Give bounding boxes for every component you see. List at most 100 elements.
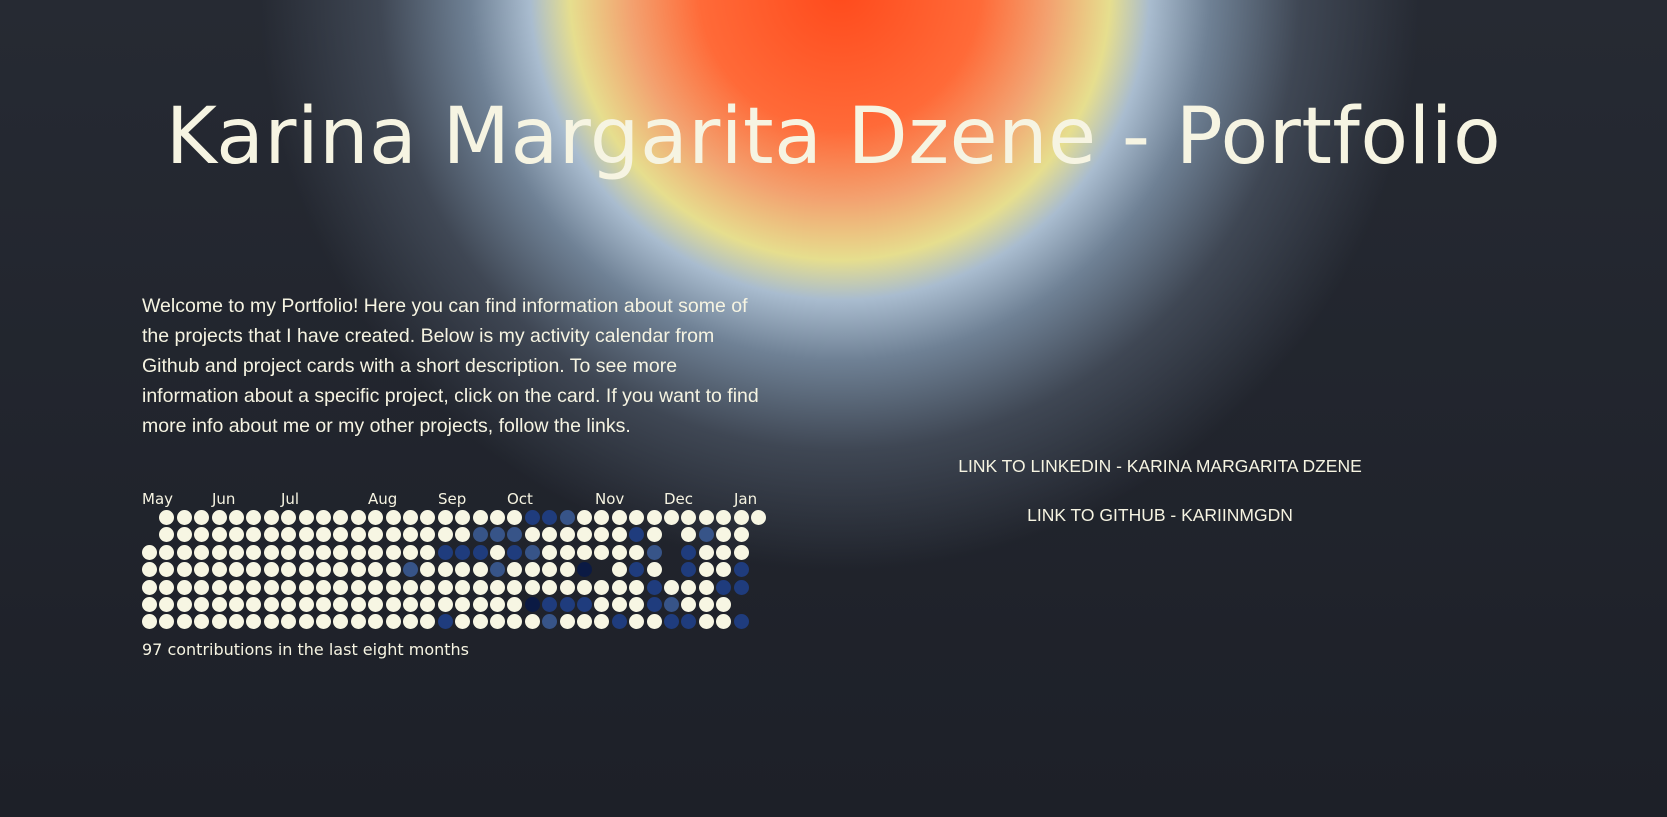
github-link[interactable]: LINK TO GITHUB - KARIINMGDN [860, 504, 1460, 526]
month-label: Dec [664, 490, 694, 508]
contribution-day [698, 579, 714, 595]
contribution-day [542, 510, 558, 525]
contribution-day [472, 597, 488, 612]
contribution-day [507, 544, 523, 560]
contribution-day [664, 614, 679, 630]
contribution-day [542, 579, 558, 595]
contribution-day [350, 544, 366, 560]
contribution-day [437, 579, 453, 595]
contribution-day [263, 544, 279, 560]
contribution-day [176, 579, 192, 595]
contribution-day [524, 579, 540, 595]
contribution-day [577, 562, 592, 578]
contribution-day [333, 614, 349, 630]
contribution-caption: 97 contributions in the last eight month… [142, 640, 470, 659]
contribution-day [211, 510, 227, 525]
contribution-day [629, 510, 645, 525]
contribution-day [298, 579, 314, 595]
contribution-day [507, 614, 523, 630]
contribution-day [629, 562, 645, 578]
contribution-day [437, 544, 453, 560]
contribution-day [733, 544, 749, 560]
contribution-day [611, 579, 627, 595]
calendar-month-row: May Jun Jul Aug Sep Oct Nov Dec Jan [142, 488, 782, 510]
contribution-day [559, 597, 575, 612]
contribution-day [472, 562, 488, 578]
contribution-day [490, 510, 505, 525]
contribution-day [385, 562, 401, 578]
contribution-day [350, 597, 366, 612]
contribution-day [542, 614, 558, 630]
contribution-day [733, 562, 749, 578]
contribution-day [646, 544, 662, 560]
contribution-day [716, 527, 732, 543]
contribution-day [455, 597, 471, 612]
contribution-day [542, 597, 558, 612]
contribution-day [246, 544, 262, 560]
contribution-day [698, 510, 714, 525]
contribution-day [716, 562, 732, 578]
contribution-day [316, 510, 331, 525]
contribution-day [698, 562, 714, 578]
contribution-day [316, 562, 331, 578]
linkedin-link[interactable]: LINK TO LINKEDIN - KARINA MARGARITA DZEN… [860, 455, 1460, 477]
contribution-day [733, 614, 749, 630]
contribution-day [298, 562, 314, 578]
contribution-day [472, 614, 488, 630]
contribution-day [611, 562, 627, 578]
contribution-day [368, 579, 384, 595]
contribution-day [159, 562, 175, 578]
contribution-day [524, 510, 540, 525]
month-label: May [142, 490, 174, 508]
contribution-day [229, 562, 244, 578]
contribution-day [194, 562, 210, 578]
contribution-day [333, 544, 349, 560]
contribution-day [333, 510, 349, 525]
contribution-day [333, 579, 349, 595]
contribution-day [229, 597, 244, 612]
contribution-day [646, 510, 662, 525]
contribution-day [403, 579, 418, 595]
contribution-day [490, 562, 505, 578]
contribution-day [403, 597, 418, 612]
contribution-day [194, 510, 210, 525]
contribution-day [246, 510, 262, 525]
contribution-day [507, 579, 523, 595]
contribution-day [368, 614, 384, 630]
contribution-day [577, 614, 592, 630]
contribution-day [472, 510, 488, 525]
contribution-day [403, 562, 418, 578]
contribution-day [263, 579, 279, 595]
contribution-day [681, 562, 697, 578]
contribution-day [455, 579, 471, 595]
contribution-day [490, 579, 505, 595]
contribution-day [437, 527, 453, 543]
contribution-day [159, 527, 175, 543]
contribution-day [420, 544, 436, 560]
contribution-day [246, 597, 262, 612]
contribution-day [507, 510, 523, 525]
contribution-day [472, 579, 488, 595]
contribution-day [316, 614, 331, 630]
month-label: Jun [212, 490, 236, 508]
contribution-day [716, 579, 732, 595]
contribution-day [211, 614, 227, 630]
contribution-day [646, 579, 662, 595]
contribution-day [142, 597, 157, 612]
month-label: Jan [734, 490, 758, 508]
contribution-grid [142, 510, 782, 632]
contribution-day [333, 562, 349, 578]
intro-text: Welcome to my Portfolio! Here you can fi… [142, 295, 759, 437]
contribution-day [559, 562, 575, 578]
contribution-day [281, 510, 297, 525]
contribution-day [142, 544, 157, 560]
contribution-day [229, 527, 244, 543]
contribution-day [611, 510, 627, 525]
contribution-day [629, 579, 645, 595]
contribution-day [194, 597, 210, 612]
contribution-day [733, 527, 749, 543]
contribution-day [229, 614, 244, 630]
contribution-day [385, 614, 401, 630]
contribution-day [490, 597, 505, 612]
contribution-day [211, 562, 227, 578]
